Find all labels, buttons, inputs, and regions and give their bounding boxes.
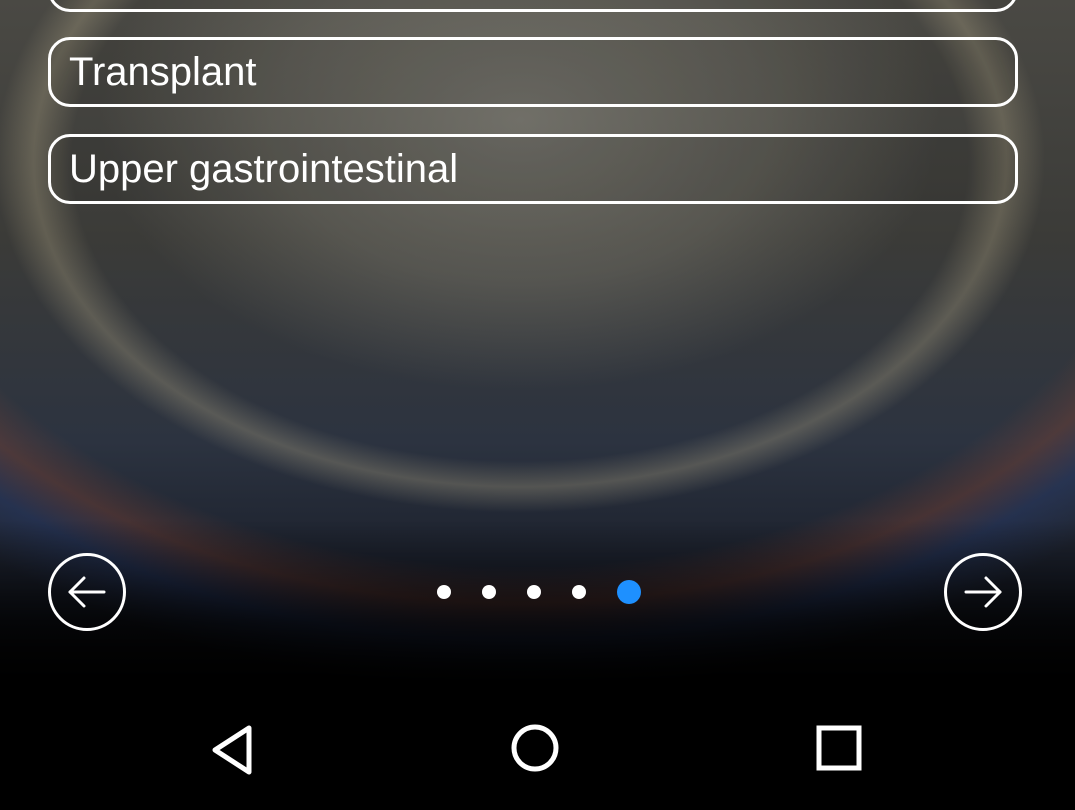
page-dot[interactable] [437, 585, 451, 599]
arrow-right-icon [964, 576, 1002, 608]
page-dot[interactable] [572, 585, 586, 599]
home-circle-icon [511, 724, 559, 772]
option-label: Upper gastrointestinal [69, 147, 459, 191]
page-dot[interactable] [482, 585, 496, 599]
option-button-partial[interactable] [48, 0, 1018, 12]
previous-button[interactable] [48, 553, 126, 631]
system-recent-apps-button[interactable] [809, 720, 869, 780]
back-triangle-icon [212, 725, 252, 775]
next-button[interactable] [944, 553, 1022, 631]
system-back-button[interactable] [203, 720, 263, 780]
onboarding-screen: Transplant Upper gastrointestinal [0, 0, 1075, 810]
recent-apps-square-icon [816, 725, 862, 771]
option-label: Transplant [69, 50, 257, 94]
page-dot[interactable] [527, 585, 541, 599]
page-dot-active[interactable] [617, 580, 641, 604]
system-home-button[interactable] [505, 720, 565, 780]
page-indicator [437, 580, 641, 604]
system-navigation-bar [0, 685, 1075, 810]
arrow-left-icon [68, 576, 106, 608]
option-button-transplant[interactable]: Transplant [48, 37, 1018, 107]
option-button-upper-gastrointestinal[interactable]: Upper gastrointestinal [48, 134, 1018, 204]
background-fade [0, 520, 1075, 690]
